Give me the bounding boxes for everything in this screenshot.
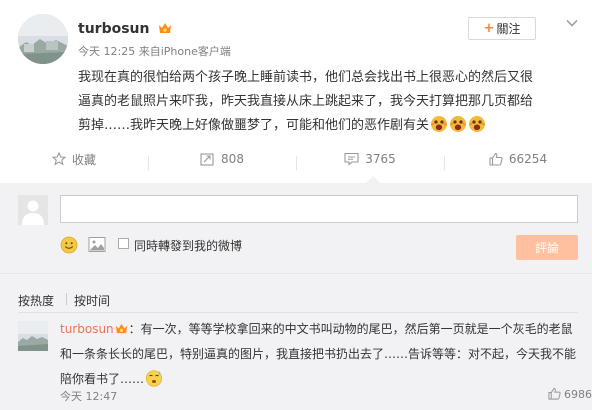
sort-separator xyxy=(66,293,67,305)
comment-count: 3765 xyxy=(365,152,396,166)
comment-text-line: 陪你看书了…… xyxy=(60,372,145,386)
comment-icon xyxy=(344,152,359,166)
comment-like-count[interactable]: 6986 xyxy=(564,388,592,401)
star-icon xyxy=(51,152,66,166)
post-action-bar: 收藏 808 3765 66254 xyxy=(0,146,592,172)
comment-like-icon[interactable] xyxy=(548,387,561,400)
comment-body: turbosun ：有一次，等等学校拿回来的中文书叫动物的尾巴，然后第一页就是一个… xyxy=(60,317,580,392)
divider xyxy=(18,312,578,313)
comment-last-line: 陪你看书了…… xyxy=(60,367,580,392)
comment-time: 今天 12:47 xyxy=(60,390,118,403)
repost-icon xyxy=(200,153,214,166)
submit-comment-button[interactable]: 評論 xyxy=(516,235,578,260)
image-icon[interactable] xyxy=(88,236,106,253)
comment-text-line: 和一条条长长的尾巴，特别逼真的图片，我直接把书扔出去了……告诉等等：对不起，今天… xyxy=(60,347,577,361)
default-avatar-icon xyxy=(18,195,48,225)
avatar[interactable] xyxy=(18,14,68,64)
collect-button[interactable]: 收藏 xyxy=(0,151,148,168)
comment-input[interactable] xyxy=(60,195,578,223)
repost-option-label[interactable]: 同時轉發到我的微博 xyxy=(134,237,242,254)
repost-checkbox[interactable] xyxy=(118,238,129,249)
comment-avatar-image xyxy=(18,321,48,351)
post-time[interactable]: 今天 12:25 xyxy=(78,45,135,58)
sweat-face-emoji xyxy=(145,369,163,387)
post-body: 我现在真的很怕给两个孩子晚上睡前读书，他们总会找出书上很恶心的然后又很 逼真的老… xyxy=(78,66,578,138)
vip-icon[interactable] xyxy=(115,319,128,334)
comment-panel: 同時轉發到我的微博 評論 按热度 按时间 turbosun ：有一次，等等学校拿回… xyxy=(0,183,592,410)
collect-label: 收藏 xyxy=(71,152,96,167)
comment-first-line: turbosun ：有一次，等等学校拿回来的中文书叫动物的尾巴，然后第一页就是一个… xyxy=(60,317,580,342)
screaming-face-emoji xyxy=(468,115,486,133)
sort-by-time-tab[interactable]: 按时间 xyxy=(74,292,110,309)
comment-text-line: ：有一次，等等学校拿回来的中文书叫动物的尾巴，然后第一页就是一个灰毛的老鼠 xyxy=(128,322,573,336)
plus-icon: + xyxy=(483,21,495,36)
post-client[interactable]: iPhone客户端 xyxy=(161,45,231,58)
avatar-image xyxy=(18,14,68,64)
vip-icon[interactable] xyxy=(158,21,172,35)
post-text-last-line: 剪掉……我昨天晚上好像做噩梦了，可能和他们的恶作剧有关 xyxy=(78,114,578,138)
follow-button[interactable]: + 關注 xyxy=(468,17,536,40)
comment-avatar[interactable] xyxy=(18,321,48,351)
post-text-line: 剪掉……我昨天晚上好像做噩梦了，可能和他们的恶作剧有关 xyxy=(78,118,430,133)
comment-username[interactable]: turbosun xyxy=(60,322,114,336)
screaming-face-emoji xyxy=(449,115,467,133)
comment-button[interactable]: 3765 xyxy=(296,152,444,170)
sort-by-hot-tab[interactable]: 按热度 xyxy=(18,292,54,309)
post-text-line: 逼真的老鼠照片来吓我，昨天我直接从床上跳起来了，我今天打算把那几页都给 xyxy=(78,94,534,109)
post-meta: 今天 12:25 来自iPhone客户端 xyxy=(78,43,231,59)
like-button[interactable]: 66254 xyxy=(444,152,592,170)
smiley-icon[interactable] xyxy=(60,236,78,254)
post-text-line: 我现在真的很怕给两个孩子晚上睡前读书，他们总会找出书上很恶心的然后又很 xyxy=(78,70,534,85)
repost-button[interactable]: 808 xyxy=(148,152,296,170)
like-icon xyxy=(489,152,503,166)
post-username[interactable]: turbosun xyxy=(78,19,172,37)
comment-panel-pointer xyxy=(366,176,380,183)
divider xyxy=(0,273,592,274)
current-user-avatar xyxy=(18,195,48,225)
repost-count: 808 xyxy=(221,152,244,166)
post-username-text[interactable]: turbosun xyxy=(78,21,149,37)
follow-label: 關注 xyxy=(496,22,521,36)
chevron-down-icon[interactable] xyxy=(566,17,578,29)
like-count: 66254 xyxy=(508,152,548,166)
post-source-prefix: 来自 xyxy=(135,45,161,58)
screaming-face-emoji xyxy=(430,115,448,133)
